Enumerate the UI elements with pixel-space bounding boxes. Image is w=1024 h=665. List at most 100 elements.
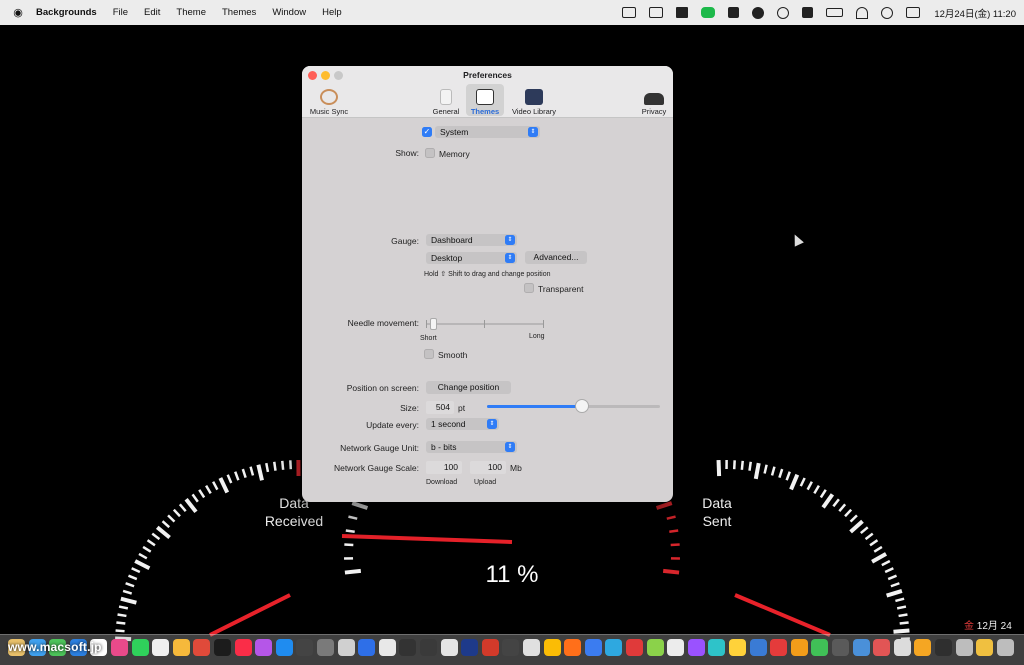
gauge-tick — [860, 526, 869, 535]
advanced-button[interactable]: Advanced... — [525, 251, 587, 264]
gauge-tick — [763, 464, 768, 474]
dock-app-icon[interactable] — [790, 639, 808, 656]
dock-app-icon[interactable] — [358, 639, 376, 656]
dock-app-icon[interactable] — [193, 639, 211, 656]
dock-app-icon[interactable] — [687, 639, 705, 656]
dock-app-icon[interactable] — [832, 639, 849, 656]
dock-app-icon[interactable] — [564, 639, 582, 656]
transparent-checkbox[interactable] — [524, 283, 534, 293]
search-icon[interactable] — [881, 6, 894, 19]
menu-themes[interactable]: Themes — [222, 7, 256, 18]
dock-app-icon[interactable] — [543, 639, 561, 656]
dock-app-icon[interactable] — [873, 639, 891, 656]
tab-video-library[interactable]: Video Library — [508, 84, 560, 116]
dock-app-icon[interactable] — [523, 639, 540, 656]
dock-app-icon[interactable] — [935, 639, 952, 656]
dock-app-icon[interactable] — [996, 639, 1014, 656]
smooth-checkbox[interactable] — [424, 349, 434, 359]
dock-app-icon[interactable] — [976, 639, 994, 656]
play-icon[interactable] — [777, 6, 790, 19]
dock-app-icon[interactable] — [214, 639, 231, 656]
dock — [0, 634, 1024, 665]
size-slider-knob[interactable] — [575, 399, 590, 413]
apple-menu-icon[interactable]: ◉ — [0, 6, 36, 19]
dock-app-icon[interactable] — [440, 639, 458, 656]
gauge-tick — [256, 464, 264, 481]
menu-help[interactable]: Help — [322, 7, 342, 18]
dock-app-icon[interactable] — [852, 639, 870, 656]
needle-slider-knob[interactable] — [430, 318, 438, 330]
tab-themes[interactable]: Themes — [466, 84, 504, 116]
menubar-clock[interactable]: 12月24日(金) 11:20 — [934, 6, 1016, 20]
memory-checkbox[interactable] — [425, 148, 435, 158]
dock-app-icon[interactable] — [420, 639, 437, 656]
size-label: Size: — [400, 403, 419, 413]
dock-app-icon[interactable] — [955, 639, 973, 656]
dock-app-icon[interactable] — [502, 639, 520, 656]
theme-enabled-checkbox[interactable]: ✓ — [422, 127, 432, 137]
dock-app-icon[interactable] — [646, 639, 664, 656]
menu-theme[interactable]: Theme — [176, 7, 206, 18]
needle-slider-track[interactable] — [426, 318, 544, 330]
dock-app-icon[interactable] — [234, 639, 252, 656]
font-icon[interactable] — [802, 7, 814, 18]
dock-app-icon[interactable] — [605, 639, 623, 656]
tab-general[interactable]: General — [430, 84, 462, 116]
placement-select[interactable]: Desktop ⇕ — [426, 252, 517, 264]
battery-icon[interactable] — [826, 8, 844, 17]
gauge-tick — [886, 588, 903, 598]
dock-app-icon[interactable] — [111, 639, 128, 656]
dock-app-icon[interactable] — [461, 639, 479, 656]
dock-app-icon[interactable] — [255, 639, 273, 656]
dock-app-icon[interactable] — [667, 639, 685, 656]
menu-file[interactable]: File — [113, 7, 128, 18]
menu-window[interactable]: Window — [272, 7, 306, 18]
dock-app-icon[interactable] — [708, 639, 726, 656]
dock-app-icon[interactable] — [317, 639, 334, 656]
dock-app-icon[interactable] — [584, 639, 602, 656]
dock-app-icon[interactable] — [378, 639, 396, 656]
gauge-tick — [898, 613, 908, 618]
dropbox-icon[interactable] — [676, 7, 689, 18]
network-unit-select[interactable]: b - bits ⇕ — [426, 441, 517, 453]
dock-app-icon[interactable] — [275, 639, 293, 656]
dock-app-icon[interactable] — [626, 639, 643, 656]
size-slider[interactable] — [487, 399, 660, 413]
control-center-icon[interactable] — [906, 7, 921, 18]
dock-app-icon[interactable] — [729, 639, 746, 656]
chevron-updown-icon: ⇕ — [505, 442, 515, 452]
dock-app-icon[interactable] — [481, 639, 499, 656]
change-position-button[interactable]: Change position — [426, 381, 511, 394]
gauge-tick — [716, 460, 722, 477]
dock-app-icon[interactable] — [152, 639, 170, 656]
gauge-tick — [151, 532, 161, 541]
menu-app-backgrounds[interactable]: Backgrounds — [36, 7, 97, 18]
line-icon[interactable] — [701, 7, 716, 18]
dock-app-icon[interactable] — [399, 639, 417, 656]
sync-icon[interactable] — [728, 7, 740, 18]
tab-privacy[interactable]: Privacy — [638, 84, 670, 116]
screen-icon[interactable] — [649, 7, 664, 18]
wifi-icon[interactable] — [856, 6, 869, 19]
upload-scale-field[interactable]: 100 — [470, 461, 506, 474]
gauge-tick — [832, 498, 840, 508]
tab-music-sync[interactable]: Music Sync — [306, 84, 352, 116]
theme-select[interactable]: System ⇕ — [435, 126, 540, 138]
dock-app-icon[interactable] — [131, 639, 149, 656]
dock-app-icon[interactable] — [296, 639, 314, 656]
dock-app-icon[interactable] — [172, 639, 190, 656]
cloud-icon[interactable] — [752, 6, 765, 19]
dock-app-icon[interactable] — [893, 639, 911, 656]
text-input-icon[interactable] — [622, 7, 637, 18]
dock-app-icon[interactable] — [914, 639, 932, 656]
dock-app-icon[interactable] — [770, 639, 788, 656]
size-field[interactable]: 504 — [426, 401, 454, 414]
menu-edit[interactable]: Edit — [144, 7, 160, 18]
update-every-select[interactable]: 1 second ⇕ — [426, 418, 499, 430]
dock-app-icon[interactable] — [337, 639, 355, 656]
download-scale-field[interactable]: 100 — [426, 461, 462, 474]
gauge-tick — [138, 552, 148, 560]
dock-app-icon[interactable] — [811, 639, 829, 656]
gauge-select[interactable]: Dashboard ⇕ — [426, 234, 517, 246]
dock-app-icon[interactable] — [749, 639, 767, 656]
